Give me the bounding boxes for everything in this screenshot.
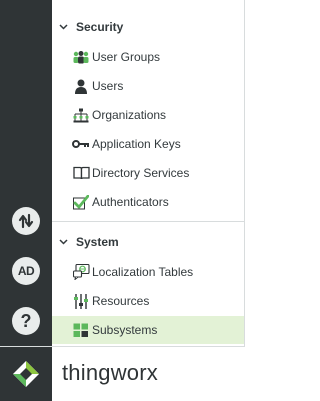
chevron-down-icon xyxy=(59,24,69,30)
brand-name: thingworx xyxy=(62,360,158,385)
admin-nav-panel: Security User Groups Users Organizations… xyxy=(52,0,245,346)
subsystems-icon xyxy=(72,322,90,338)
key-icon xyxy=(72,136,90,152)
nav-item-user-groups[interactable]: User Groups xyxy=(52,43,244,71)
brand-logo[interactable] xyxy=(0,347,52,401)
organization-tree-icon xyxy=(72,107,90,123)
nav-item-users[interactable]: Users xyxy=(52,72,244,100)
transfer-arrows-icon xyxy=(18,213,34,229)
checkmark-icon xyxy=(72,194,90,210)
security-section-title: Security xyxy=(76,20,124,34)
nav-item-label: Directory Services xyxy=(92,166,190,180)
user-icon xyxy=(72,78,90,94)
nav-item-label: Organizations xyxy=(92,108,167,122)
thingworx-logo-icon xyxy=(13,361,39,387)
app-root: AD ? Security User Groups Users Organiza… xyxy=(0,0,245,401)
section-divider xyxy=(52,221,244,222)
user-groups-icon xyxy=(72,49,90,65)
nav-item-organizations[interactable]: Organizations xyxy=(52,101,244,129)
security-section-header[interactable]: Security xyxy=(52,16,244,38)
localization-icon xyxy=(72,264,90,280)
ad-button[interactable]: AD xyxy=(12,257,40,285)
transfer-button[interactable] xyxy=(12,207,40,235)
nav-item-label: User Groups xyxy=(92,50,161,64)
nav-item-localization-tables[interactable]: Localization Tables xyxy=(52,258,244,286)
nav-item-application-keys[interactable]: Application Keys xyxy=(52,130,244,158)
nav-item-directory-services[interactable]: Directory Services xyxy=(52,159,244,187)
nav-item-label: Application Keys xyxy=(92,137,181,151)
nav-item-label: Users xyxy=(92,79,124,93)
nav-item-label: Localization Tables xyxy=(92,265,194,279)
system-section-header[interactable]: System xyxy=(52,231,244,253)
sliders-icon xyxy=(72,293,90,309)
brand-bar: thingworx xyxy=(0,346,245,401)
book-icon xyxy=(72,165,90,181)
left-rail: AD ? xyxy=(0,0,52,346)
nav-item-subsystems[interactable]: Subsystems xyxy=(52,316,244,344)
chevron-down-icon xyxy=(59,239,69,245)
nav-item-authenticators[interactable]: Authenticators xyxy=(52,188,244,216)
nav-item-label: Authenticators xyxy=(92,195,169,209)
nav-item-label: Subsystems xyxy=(92,323,158,337)
help-icon: ? xyxy=(20,310,32,331)
nav-item-resources[interactable]: Resources xyxy=(52,287,244,315)
ad-badge-icon: AD xyxy=(17,264,35,278)
nav-item-label: Resources xyxy=(92,294,150,308)
help-button[interactable]: ? xyxy=(12,307,40,335)
system-section-title: System xyxy=(76,235,119,249)
